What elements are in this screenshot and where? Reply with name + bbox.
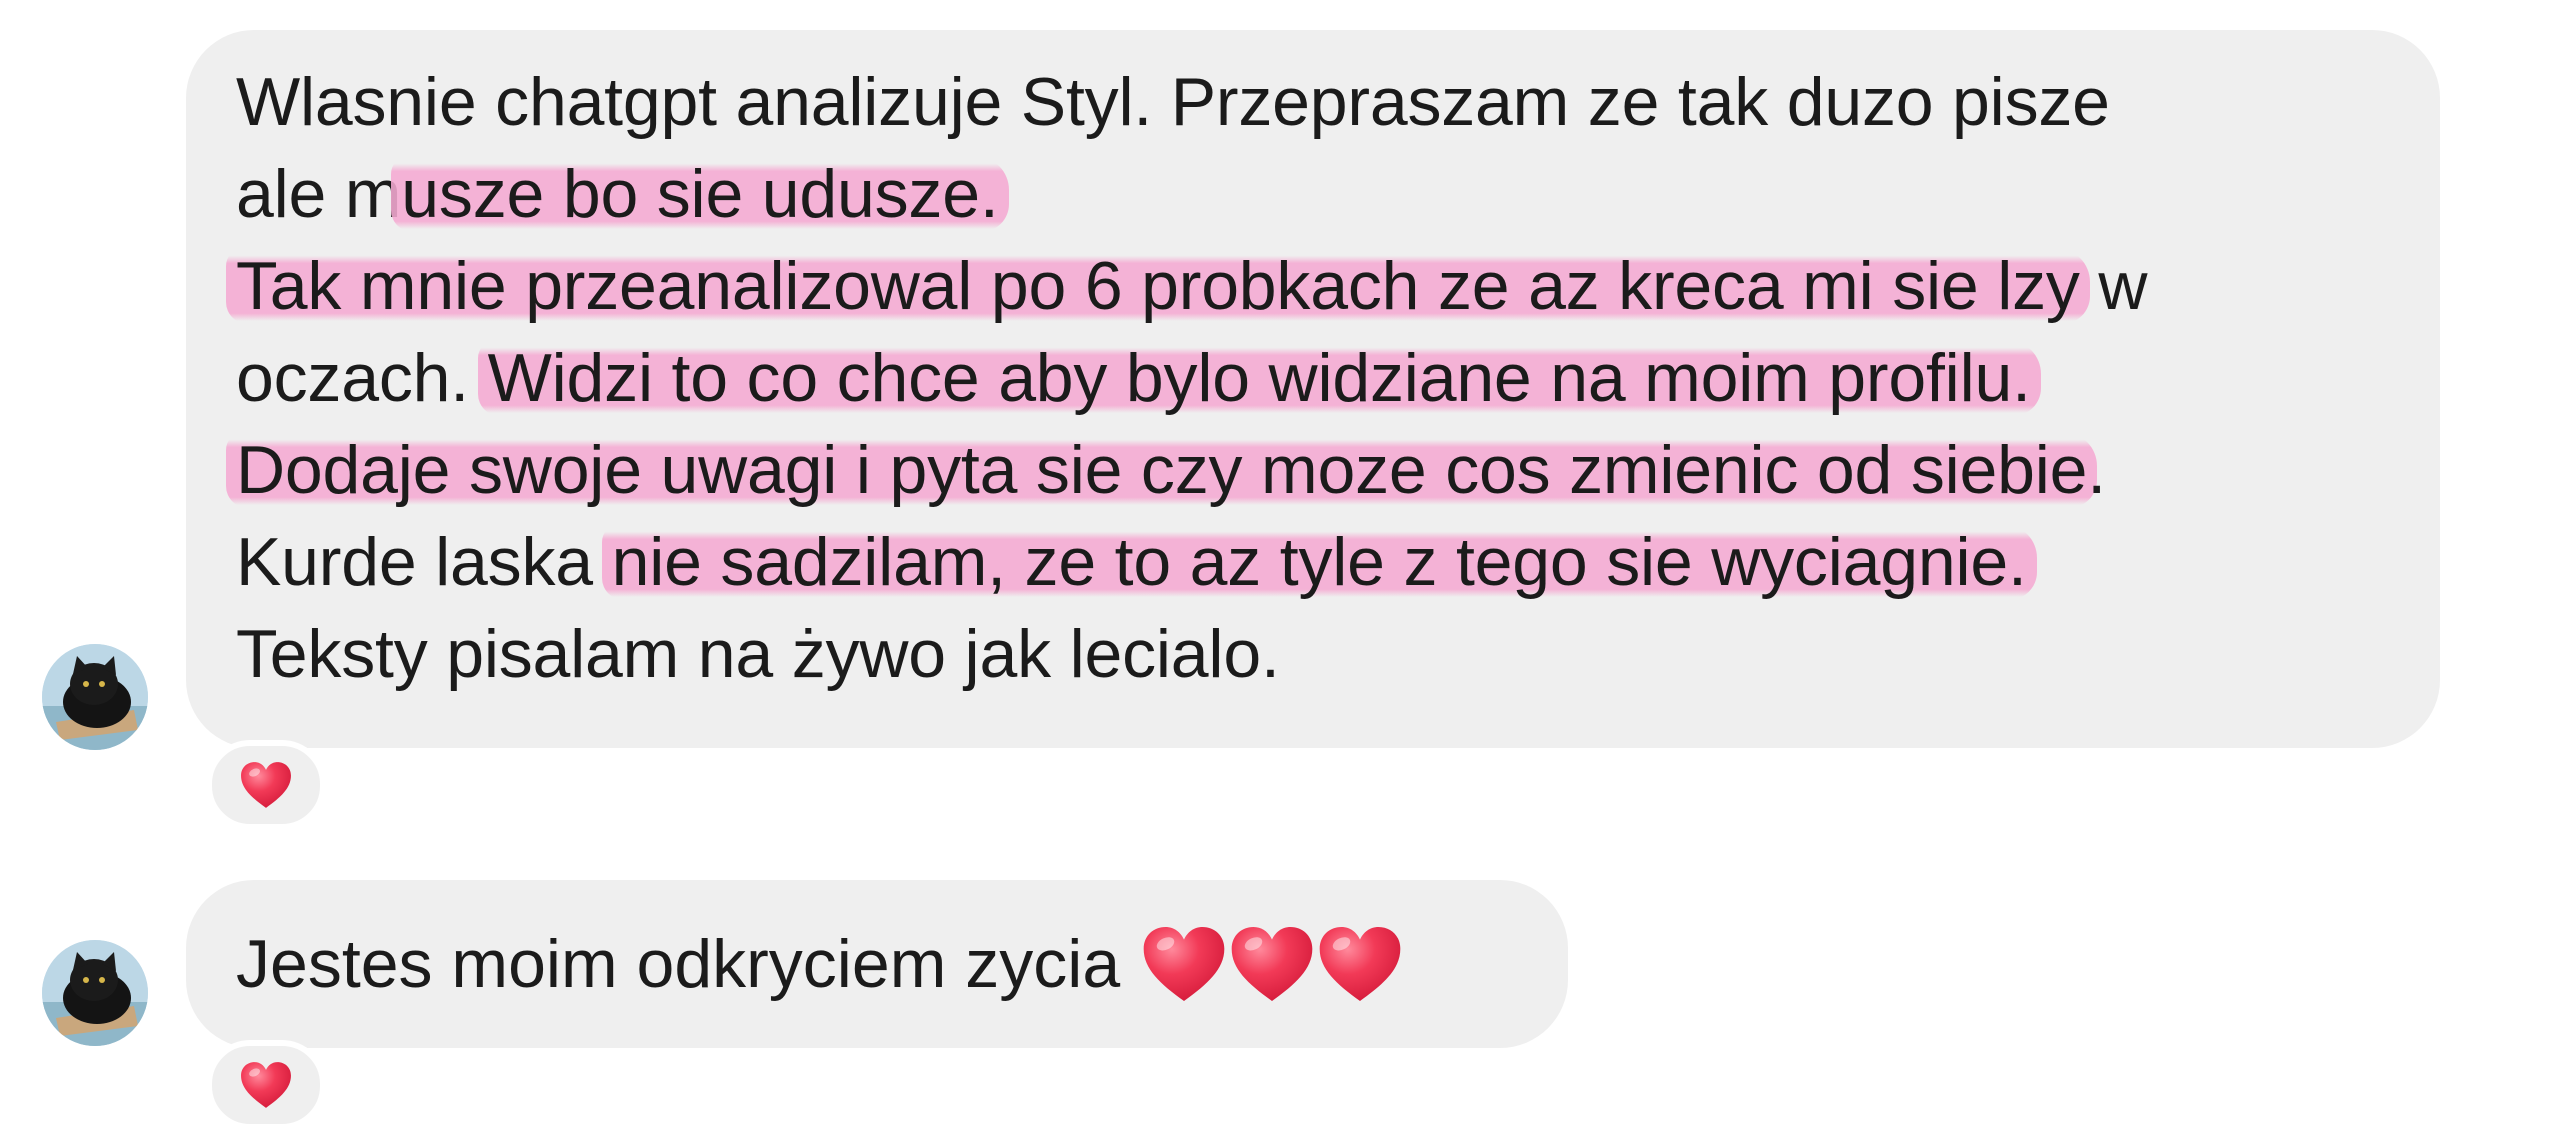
reaction-badge[interactable] — [206, 1040, 326, 1130]
message-line: oczach. Widzi to co chce aby bylo widzia… — [236, 332, 2147, 424]
message-line: ale musze bo sie udusze. — [236, 148, 2147, 240]
message-bubble[interactable]: Wlasnie chatgpt analizuje Styl. Przepras… — [186, 30, 2440, 748]
message-line: Tak mnie przeanalizowal po 6 probkach ze… — [226, 240, 2148, 332]
message-line: Kurde laska nie sadzilam, ze to az tyle … — [236, 516, 2147, 608]
reaction-badge[interactable] — [206, 740, 326, 830]
red-heart-emoji — [1230, 924, 1314, 1004]
red-heart-emoji — [1318, 924, 1402, 1004]
heart-icon — [240, 1061, 292, 1109]
message-bubble[interactable]: Jestes moim odkryciem zycia — [186, 880, 1568, 1048]
message-text: Jestes moim odkryciem zycia — [236, 918, 1402, 1010]
sender-avatar[interactable] — [42, 940, 148, 1046]
sender-avatar[interactable] — [42, 644, 148, 750]
highlighted-text: Tak mnie przeanalizowal po 6 probkach ze… — [226, 248, 2090, 324]
heart-icon — [240, 761, 292, 809]
cat-avatar-image — [42, 644, 148, 750]
highlighted-text: Widzi to co chce aby bylo widziane na mo… — [477, 340, 2041, 416]
highlighted-text: nie sadzilam, ze to az tyle z tego sie w… — [601, 524, 2037, 600]
highlighted-text: usze bo sie udusze. — [391, 156, 1009, 232]
message-line: Teksty pisalam na żywo jak lecialo. — [236, 616, 1280, 692]
highlighted-text: Dodaje swoje uwagi i pyta sie czy moze c… — [226, 432, 2098, 508]
message-line: Wlasnie chatgpt analizuje Styl. Przepras… — [236, 64, 2110, 140]
cat-avatar-image — [42, 940, 148, 1046]
emoji-group — [1142, 924, 1402, 1004]
message-text: Wlasnie chatgpt analizuje Styl. Przepras… — [226, 56, 2148, 700]
red-heart-emoji — [1142, 924, 1226, 1004]
message-line: Dodaje swoje uwagi i pyta sie czy moze c… — [226, 424, 2147, 516]
